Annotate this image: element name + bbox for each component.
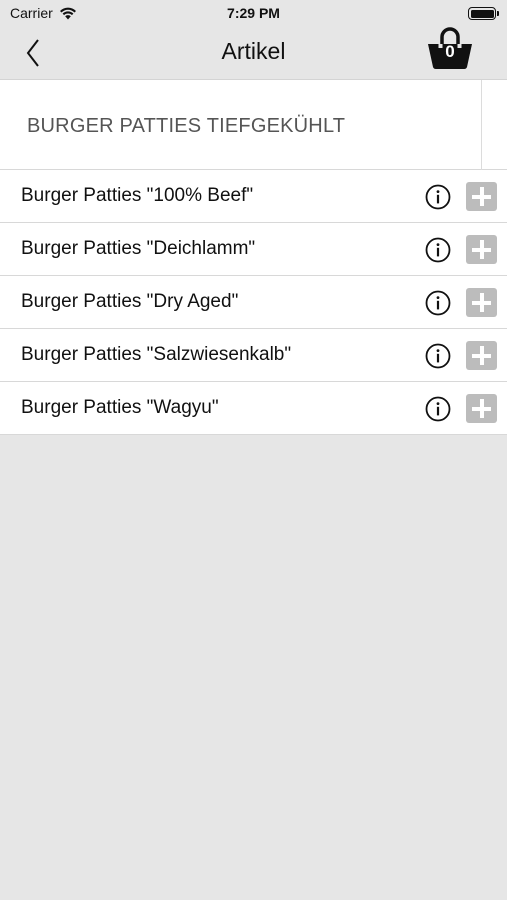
add-button[interactable] [466,182,497,211]
info-button[interactable] [425,184,451,210]
product-row[interactable]: Burger Patties "Deichlamm" [0,223,507,276]
product-list: Burger Patties "100% Beef" Burger Pattie… [0,170,507,435]
product-row[interactable]: Burger Patties "Salzwiesenkalb" [0,329,507,382]
cart-button[interactable]: 0 [426,27,474,73]
info-button[interactable] [425,290,451,316]
info-button[interactable] [425,343,451,369]
info-icon [425,343,451,369]
product-name: Burger Patties "Dry Aged" [21,291,239,312]
info-button[interactable] [425,237,451,263]
battery-icon [468,7,499,20]
product-name: Burger Patties "Wagyu" [21,397,219,418]
add-button[interactable] [466,235,497,264]
category-title: BURGER PATTIES TIEFGEKÜHLT [27,115,346,137]
info-icon [425,237,451,263]
nav-bar: Artikel 0 [0,27,507,79]
header-divider [481,80,482,170]
product-name: Burger Patties "Salzwiesenkalb" [21,344,292,365]
status-bar: Carrier 7:29 PM [0,0,507,27]
product-row[interactable]: Burger Patties "Dry Aged" [0,276,507,329]
info-icon [425,184,451,210]
product-row[interactable]: Burger Patties "100% Beef" [0,170,507,223]
product-row[interactable]: Burger Patties "Wagyu" [0,382,507,435]
add-button[interactable] [466,394,497,423]
add-button[interactable] [466,288,497,317]
product-name: Burger Patties "100% Beef" [21,185,254,206]
info-icon [425,290,451,316]
category-header: BURGER PATTIES TIEFGEKÜHLT [0,79,507,170]
cart-count-badge: 0 [445,42,455,61]
product-name: Burger Patties "Deichlamm" [21,238,256,259]
status-time: 7:29 PM [227,5,280,21]
info-button[interactable] [425,396,451,422]
info-icon [425,396,451,422]
add-button[interactable] [466,341,497,370]
